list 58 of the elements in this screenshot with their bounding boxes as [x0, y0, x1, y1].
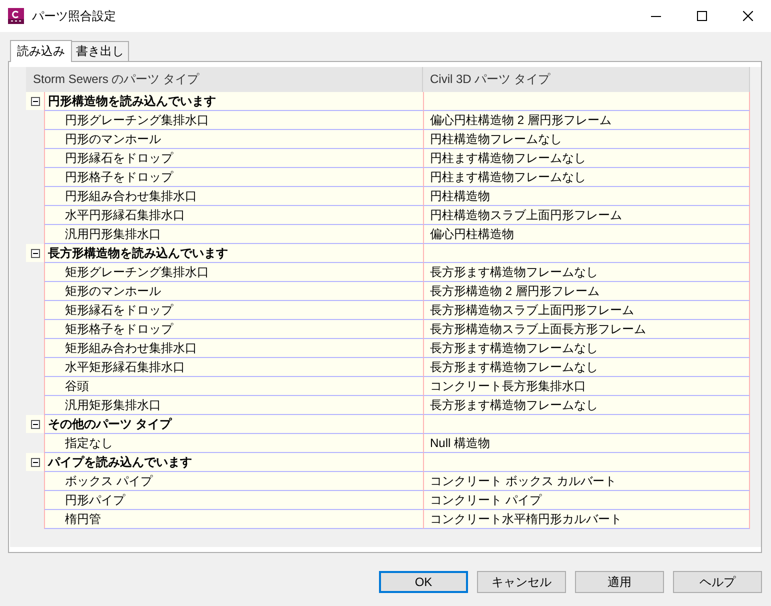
- table-cell: 長方形構造物スラブ上面長方形フレーム: [430, 322, 646, 336]
- collapse-icon[interactable]: [30, 96, 40, 106]
- table-cell: 矩形組み合わせ集排水口: [65, 341, 197, 355]
- table-cell: 偏心円柱構造物 2 層円形フレーム: [430, 113, 612, 127]
- table-cell: 円柱ます構造物フレームなし: [430, 170, 586, 184]
- table-cell: 円柱構造物: [430, 189, 490, 203]
- group-label: 長方形構造物を読み込んでいます: [48, 246, 228, 260]
- table-cell: 円形パイプ: [65, 493, 125, 507]
- table-cell: 円柱構造物スラブ上面円形フレーム: [430, 208, 622, 222]
- collapse-icon[interactable]: [30, 248, 40, 258]
- table-cell: 長方形構造物 2 層円形フレーム: [430, 284, 600, 298]
- group-label: パイプを読み込んでいます: [48, 455, 192, 469]
- collapse-icon[interactable]: [30, 458, 40, 466]
- dialog-button[interactable]: ヘルプ: [673, 571, 762, 593]
- close-icon: [743, 11, 753, 21]
- table-cell: 指定なし: [65, 436, 113, 450]
- table-cell: 円形格子をドロップ: [65, 170, 173, 184]
- table-cell: 長方形ます構造物フレームなし: [430, 360, 598, 374]
- table-cell: 汎用円形集排水口: [65, 227, 161, 241]
- group-label: その他のパーツ タイプ: [48, 417, 172, 431]
- table-cell: コンクリート長方形集排水口: [430, 379, 586, 393]
- table-cell: コンクリート水平楕円形カルバート: [430, 512, 622, 526]
- dialog-button[interactable]: OK: [379, 571, 468, 593]
- table-cell: 矩形格子をドロップ: [65, 322, 173, 336]
- group-label: 円形構造物を読み込んでいます: [48, 94, 216, 108]
- table-cell: 矩形縁石をドロップ: [65, 303, 173, 317]
- table-cell: 長方形構造物スラブ上面円形フレーム: [430, 303, 634, 317]
- window-title: パーツ照合設定: [32, 8, 116, 24]
- table-cell: 長方形ます構造物フレームなし: [430, 265, 598, 279]
- table-cell: コンクリート ボックス カルバート: [430, 474, 617, 488]
- table-cell: コンクリート パイプ: [430, 493, 542, 507]
- table-cell: 汎用矩形集排水口: [65, 398, 161, 412]
- table-cell: 円形組み合わせ集排水口: [65, 189, 197, 203]
- column-header: Storm Sewers のパーツ タイプ: [26, 67, 423, 92]
- dialog-button[interactable]: キャンセル: [477, 571, 566, 593]
- dialog-button[interactable]: 適用: [575, 571, 664, 593]
- table-cell: 円形のマンホール: [65, 132, 161, 146]
- column-header: Civil 3D パーツ タイプ: [423, 67, 750, 92]
- table-cell: 円形グレーチング集排水口: [65, 113, 209, 127]
- table-cell: ボックス パイプ: [65, 474, 152, 488]
- table-cell: 楕円管: [65, 512, 101, 526]
- table-cell: 谷頭: [65, 379, 89, 393]
- table-cell: 水平円形縁石集排水口: [65, 208, 185, 222]
- tab[interactable]: 読み込み: [10, 40, 72, 62]
- table-cell: 長方形ます構造物フレームなし: [430, 398, 598, 412]
- table-cell: 矩形グレーチング集排水口: [65, 265, 209, 279]
- table-cell: 矩形のマンホール: [65, 284, 161, 298]
- table-cell: Null 構造物: [430, 436, 490, 450]
- maximize-icon: [697, 11, 707, 21]
- table-cell: 円形縁石をドロップ: [65, 151, 173, 165]
- table-cell: 円柱ます構造物フレームなし: [430, 151, 586, 165]
- table-cell: 偏心円柱構造物: [430, 227, 514, 241]
- table-cell: 水平矩形縁石集排水口: [65, 360, 185, 374]
- app-icon: [8, 8, 24, 24]
- table-cell: 円柱構造物フレームなし: [430, 132, 562, 146]
- tab[interactable]: 書き出し: [71, 41, 129, 61]
- collapse-icon[interactable]: [30, 420, 40, 428]
- table-cell: 長方形ます構造物フレームなし: [430, 341, 598, 355]
